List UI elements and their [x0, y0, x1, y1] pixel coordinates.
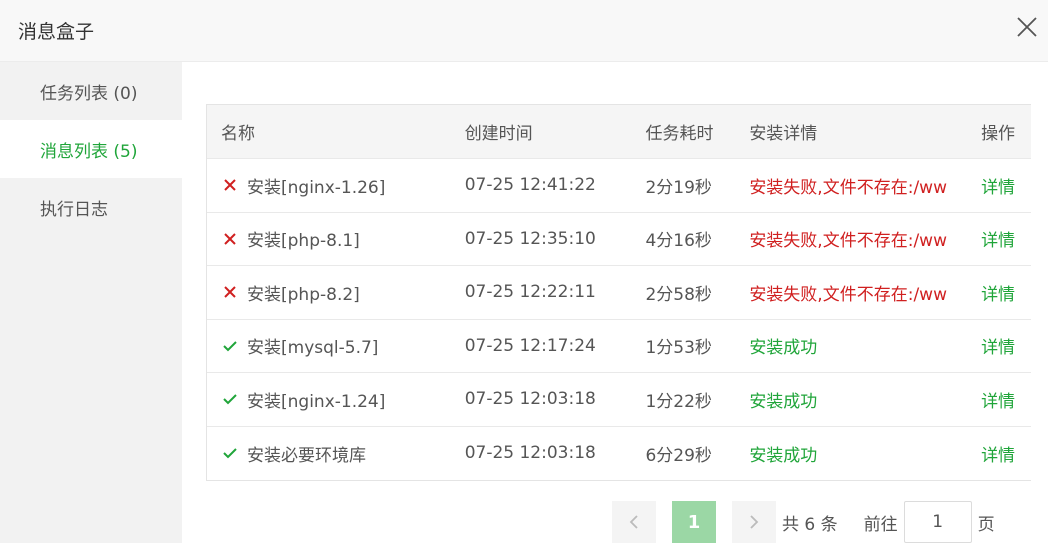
- row-time: 07-25 12:03:18: [464, 443, 596, 464]
- row-detail: 安装失败,文件不存在:/ww: [749, 231, 947, 252]
- row-name: 安装[php-8.1]: [247, 231, 360, 252]
- row-detail: 安装成功: [749, 391, 818, 412]
- dialog-titlebar: 消息盒子: [0, 0, 1048, 62]
- cross-icon: [224, 179, 236, 191]
- row-operation: 详情: [949, 333, 1031, 358]
- page-suffix: 页: [977, 514, 995, 535]
- sidebar-item-message-list[interactable]: 消息列表 (5): [0, 120, 182, 178]
- row-detail: 安装成功: [749, 445, 818, 466]
- row-operation: 详情: [949, 387, 1031, 412]
- row-name-cell: 安装必要环境库: [207, 441, 465, 466]
- dialog-title: 消息盒子: [18, 21, 95, 43]
- sidebar-item-label: 任务列表 (0): [40, 83, 138, 104]
- header-detail: 安装详情: [749, 124, 818, 144]
- prev-page-button[interactable]: [612, 501, 656, 543]
- row-duration: 6分29秒: [645, 445, 712, 466]
- table-row: 安装[php-8.1] 07-25 12:35:10 4分16秒 安装失败,文件不存在…: [207, 213, 1031, 266]
- message-box-dialog: 消息盒子 任务列表 (0) 消息列表 (5) 执行日志 名称 创建时间 任务耗时…: [0, 0, 1048, 543]
- status-icon: [221, 283, 239, 301]
- total-count: 共 6 条: [782, 514, 838, 535]
- content-area: 名称 创建时间 任务耗时 安装详情 操作 安装[nginx-1.26] 07-25…: [182, 62, 1048, 543]
- row-duration: 4分16秒: [645, 231, 712, 252]
- sidebar-item-label: 执行日志: [40, 199, 108, 220]
- table-row: 安装[nginx-1.26] 07-25 12:41:22 2分19秒 安装失败,文件…: [207, 159, 1031, 213]
- row-detail: 安装失败,文件不存在:/ww: [749, 177, 947, 198]
- header-name: 名称: [221, 124, 255, 144]
- check-icon: [223, 341, 237, 352]
- row-name: 安装必要环境库: [247, 445, 366, 466]
- header-duration: 任务耗时: [645, 124, 714, 144]
- row-time: 07-25 12:41:22: [464, 175, 596, 196]
- detail-link[interactable]: 详情: [981, 338, 1015, 358]
- row-operation: 详情: [949, 173, 1031, 198]
- row-operation: 详情: [949, 280, 1031, 305]
- row-detail: 安装成功: [749, 338, 818, 359]
- row-name-cell: 安装[nginx-1.26]: [207, 173, 465, 198]
- detail-link[interactable]: 详情: [981, 231, 1015, 251]
- table-row: 安装必要环境库 07-25 12:03:18 6分29秒 安装成功 详情: [207, 427, 1031, 481]
- status-icon: [221, 444, 239, 462]
- row-time: 07-25 12:22:11: [464, 282, 596, 303]
- pagination: 1 共 6 条 前往 页: [612, 501, 995, 543]
- row-name-cell: 安装[mysql-5.7]: [207, 333, 465, 358]
- table-row: 安装[nginx-1.24] 07-25 12:03:18 1分22秒 安装成功 详情: [207, 373, 1031, 427]
- sidebar-item-label: 消息列表 (5): [40, 141, 138, 162]
- header-time: 创建时间: [464, 124, 533, 144]
- goto-page-input[interactable]: [903, 501, 972, 543]
- page-button-current[interactable]: 1: [672, 501, 716, 543]
- row-duration: 1分53秒: [645, 338, 712, 359]
- row-operation: 详情: [949, 226, 1031, 251]
- next-page-button[interactable]: [732, 501, 776, 543]
- row-name: 安装[nginx-1.26]: [247, 177, 386, 198]
- row-time: 07-25 12:17:24: [464, 335, 596, 356]
- row-name-cell: 安装[php-8.1]: [207, 226, 465, 251]
- row-name-cell: 安装[nginx-1.24]: [207, 387, 465, 412]
- row-operation: 详情: [949, 441, 1031, 466]
- row-duration: 2分19秒: [645, 177, 712, 198]
- check-icon: [223, 448, 237, 459]
- row-name: 安装[nginx-1.24]: [247, 391, 386, 412]
- table-row: 安装[php-8.2] 07-25 12:22:11 2分58秒 安装失败,文件不存在…: [207, 266, 1031, 320]
- message-table: 名称 创建时间 任务耗时 安装详情 操作 安装[nginx-1.26] 07-25…: [206, 104, 1031, 481]
- check-icon: [223, 394, 237, 405]
- detail-link[interactable]: 详情: [981, 446, 1015, 466]
- chevron-right-icon: [750, 515, 759, 529]
- table-header-row: 名称 创建时间 任务耗时 安装详情 操作: [207, 105, 1031, 159]
- detail-link[interactable]: 详情: [981, 392, 1015, 412]
- status-icon: [221, 390, 239, 408]
- status-icon: [221, 176, 239, 194]
- row-name: 安装[php-8.2]: [247, 284, 360, 305]
- row-name: 安装[mysql-5.7]: [247, 338, 379, 359]
- detail-link[interactable]: 详情: [981, 285, 1015, 305]
- cross-icon: [224, 286, 236, 298]
- row-time: 07-25 12:35:10: [464, 228, 596, 249]
- close-button[interactable]: [1012, 12, 1042, 42]
- row-name-cell: 安装[php-8.2]: [207, 280, 465, 305]
- close-icon: [1017, 17, 1037, 37]
- row-time: 07-25 12:03:18: [464, 389, 596, 410]
- status-icon: [221, 337, 239, 355]
- row-detail: 安装失败,文件不存在:/ww: [749, 284, 947, 305]
- goto-label: 前往: [863, 514, 898, 535]
- row-duration: 1分22秒: [645, 391, 712, 412]
- sidebar-item-execution-log[interactable]: 执行日志: [0, 178, 182, 236]
- table-row: 安装[mysql-5.7] 07-25 12:17:24 1分53秒 安装成功 详情: [207, 320, 1031, 373]
- row-duration: 2分58秒: [645, 284, 712, 305]
- detail-link[interactable]: 详情: [981, 178, 1015, 198]
- chevron-left-icon: [629, 515, 638, 529]
- sidebar: 任务列表 (0) 消息列表 (5) 执行日志: [0, 62, 182, 543]
- sidebar-item-task-list[interactable]: 任务列表 (0): [0, 62, 182, 120]
- status-icon: [221, 230, 239, 248]
- cross-icon: [224, 233, 236, 245]
- header-operation: 操作: [981, 124, 1016, 144]
